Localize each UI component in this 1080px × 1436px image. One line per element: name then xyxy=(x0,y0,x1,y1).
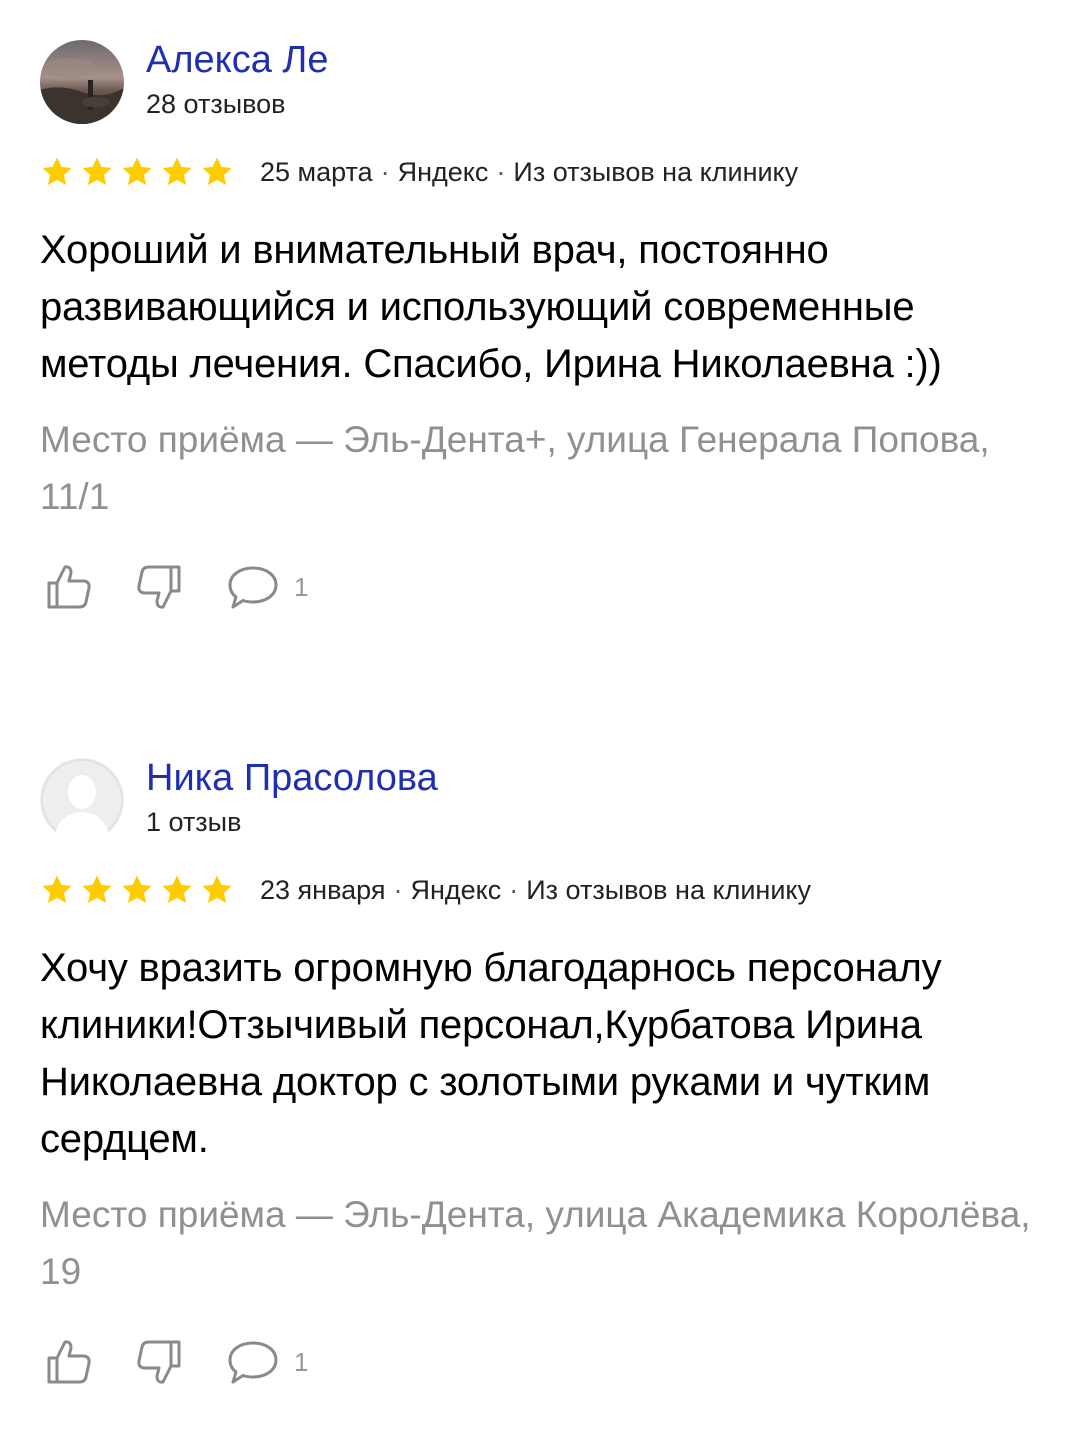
review-origin: Из отзывов на клинику xyxy=(513,157,799,187)
review-origin: Из отзывов на клинику xyxy=(526,875,812,905)
separator-dot: · xyxy=(380,157,390,187)
star-icon xyxy=(202,875,232,904)
star-icon xyxy=(162,157,192,186)
comment-icon xyxy=(228,1341,278,1384)
author-review-count: 28 отзывов xyxy=(146,89,286,119)
like-button[interactable] xyxy=(44,1332,94,1392)
review-meta: 25 марта · Яндекс · Из отзывов на клинику xyxy=(260,155,798,189)
dislike-button[interactable] xyxy=(134,557,184,617)
star-icon xyxy=(122,875,152,904)
comment-count: 1 xyxy=(294,572,309,602)
dislike-button[interactable] xyxy=(134,1332,184,1392)
review-date: 25 марта xyxy=(260,157,373,187)
star-icon xyxy=(82,875,112,904)
avatar[interactable] xyxy=(40,40,124,124)
separator-dot: · xyxy=(496,157,506,187)
review-place: Место приёма — Эль-Дента+, улица Генерал… xyxy=(40,419,990,517)
comments-button[interactable]: 1 xyxy=(226,1332,308,1392)
review-date: 23 января xyxy=(260,875,386,905)
review-source: Яндекс xyxy=(397,157,489,187)
comments-button[interactable]: 1 xyxy=(226,557,308,617)
review-meta: 23 января · Яндекс · Из отзывов на клинику xyxy=(260,873,811,907)
review-author-row: Алекса Ле 28 отзывов xyxy=(40,38,1040,126)
avatar[interactable] xyxy=(40,758,124,842)
review-actions: 1 xyxy=(40,557,1040,617)
rating-stars xyxy=(40,155,240,189)
star-icon xyxy=(82,157,112,186)
thumbs-down-icon xyxy=(137,565,181,609)
review-author-row: Ника Прасолова 1 отзыв xyxy=(40,756,1040,844)
thumbs-down-icon xyxy=(137,1340,181,1384)
review-meta-row: 23 января · Яндекс · Из отзывов на клинику xyxy=(40,870,1040,910)
like-button[interactable] xyxy=(44,557,94,617)
rating-stars xyxy=(40,873,240,907)
author-name-link[interactable]: Ника Прасолова xyxy=(146,756,438,800)
review-source: Яндекс xyxy=(410,875,502,905)
review-actions: 1 xyxy=(40,1332,1040,1392)
review-place: Место приёма — Эль-Дента, улица Академик… xyxy=(40,1194,1031,1292)
review-text: Хочу вразить огромную благодарнось персо… xyxy=(40,946,942,1161)
star-icon xyxy=(42,157,72,186)
star-icon xyxy=(122,157,152,186)
comment-icon xyxy=(228,566,278,609)
review-card: Алекса Ле 28 отзывов 25 марта · Яндекс · Из … xyxy=(40,38,1040,617)
author-review-count: 1 отзыв xyxy=(146,807,242,837)
comment-count: 1 xyxy=(294,1347,309,1377)
star-icon xyxy=(202,157,232,186)
review-card: Ника Прасолова 1 отзыв 23 января · Яндекс ·… xyxy=(40,756,1040,1392)
star-icon xyxy=(42,875,72,904)
author-name-link[interactable]: Алекса Ле xyxy=(146,38,328,82)
thumbs-up-icon xyxy=(47,1340,91,1384)
star-icon xyxy=(162,875,192,904)
review-meta-row: 25 марта · Яндекс · Из отзывов на клинику xyxy=(40,152,1040,192)
review-text: Хороший и внимательный врач, постоянно р… xyxy=(40,228,942,386)
thumbs-up-icon xyxy=(47,565,91,609)
separator-dot: · xyxy=(393,875,403,905)
separator-dot: · xyxy=(509,875,519,905)
